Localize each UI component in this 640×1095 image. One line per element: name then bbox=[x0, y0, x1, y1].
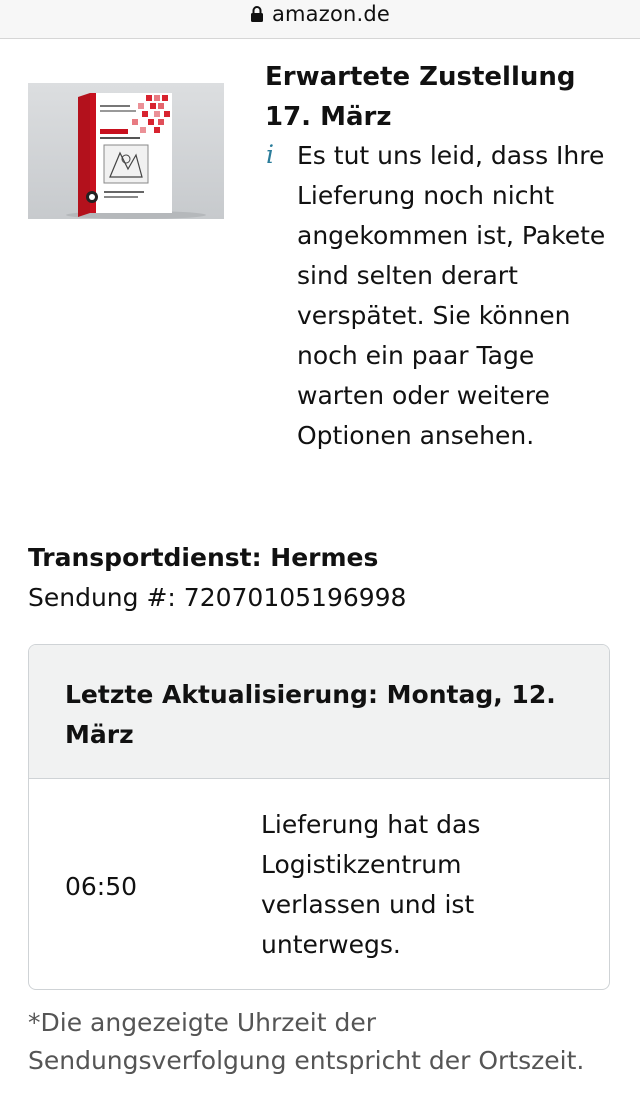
event-time: 06:50 bbox=[65, 872, 138, 901]
timezone-footnote: *Die angezeigte Uhrzeit der Sendungsverf… bbox=[28, 1008, 585, 1075]
delay-message: Es tut uns leid, dass Ihre Lieferung noc… bbox=[297, 141, 606, 450]
tracking-event-row: 06:50 Lieferung hat das Logistikzentrum … bbox=[29, 779, 609, 989]
lock-icon bbox=[250, 5, 264, 23]
tracking-number: Sendung #: 72070105196998 bbox=[28, 583, 407, 612]
info-icon: i bbox=[266, 140, 274, 169]
carrier-label: Transportdienst: Hermes bbox=[28, 543, 379, 572]
book-cover-image bbox=[66, 93, 206, 219]
expected-delivery-title: Erwartete Zustellung 17. März bbox=[265, 62, 576, 132]
url-text: amazon.de bbox=[271, 2, 391, 26]
browser-address-bar[interactable]: amazon.de bbox=[0, 0, 640, 39]
url-display[interactable]: amazon.de bbox=[0, 0, 640, 28]
tracking-panel: Letzte Aktualisierung: Montag, 12. März … bbox=[28, 644, 610, 990]
event-status: Lieferung hat das Logistikzentrum verlas… bbox=[261, 810, 481, 959]
last-update-heading: Letzte Aktualisierung: Montag, 12. März bbox=[29, 645, 609, 779]
product-image[interactable] bbox=[28, 83, 224, 219]
